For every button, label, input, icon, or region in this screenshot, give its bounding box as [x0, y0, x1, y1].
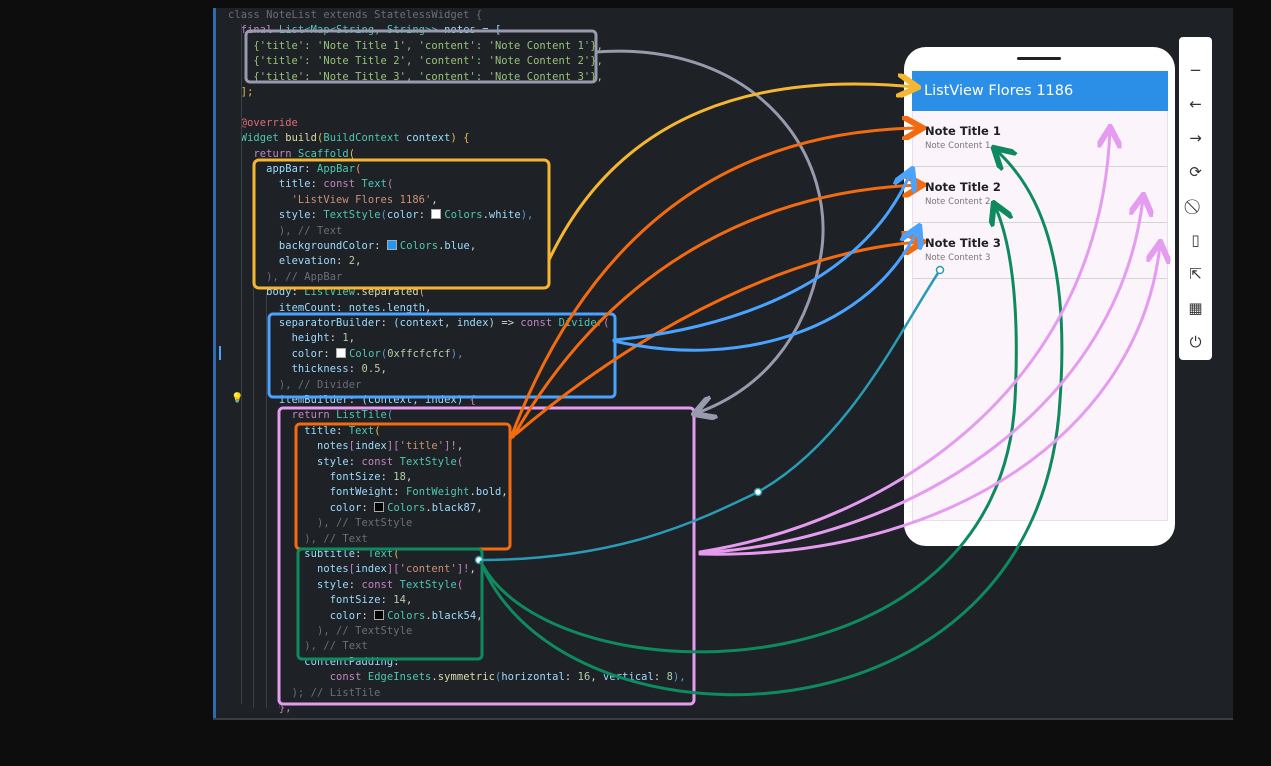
subtitle-highlight-box — [296, 547, 484, 661]
notes-list-highlight-box — [244, 29, 598, 84]
listtile-arrow-2 — [698, 198, 1143, 555]
appbar-highlight-box — [252, 158, 551, 290]
listtile-arrow-3 — [698, 245, 1160, 556]
annotation-overlay — [244, 29, 1271, 706]
separator-highlight-box — [267, 312, 617, 399]
separator-arrow-1 — [612, 172, 911, 342]
subtitle-arrow-2 — [481, 206, 1018, 654]
appbar-arrow — [547, 84, 915, 262]
title-highlight-box — [294, 422, 512, 551]
title-arrow-1 — [508, 128, 920, 442]
notes-arrow — [594, 49, 825, 413]
